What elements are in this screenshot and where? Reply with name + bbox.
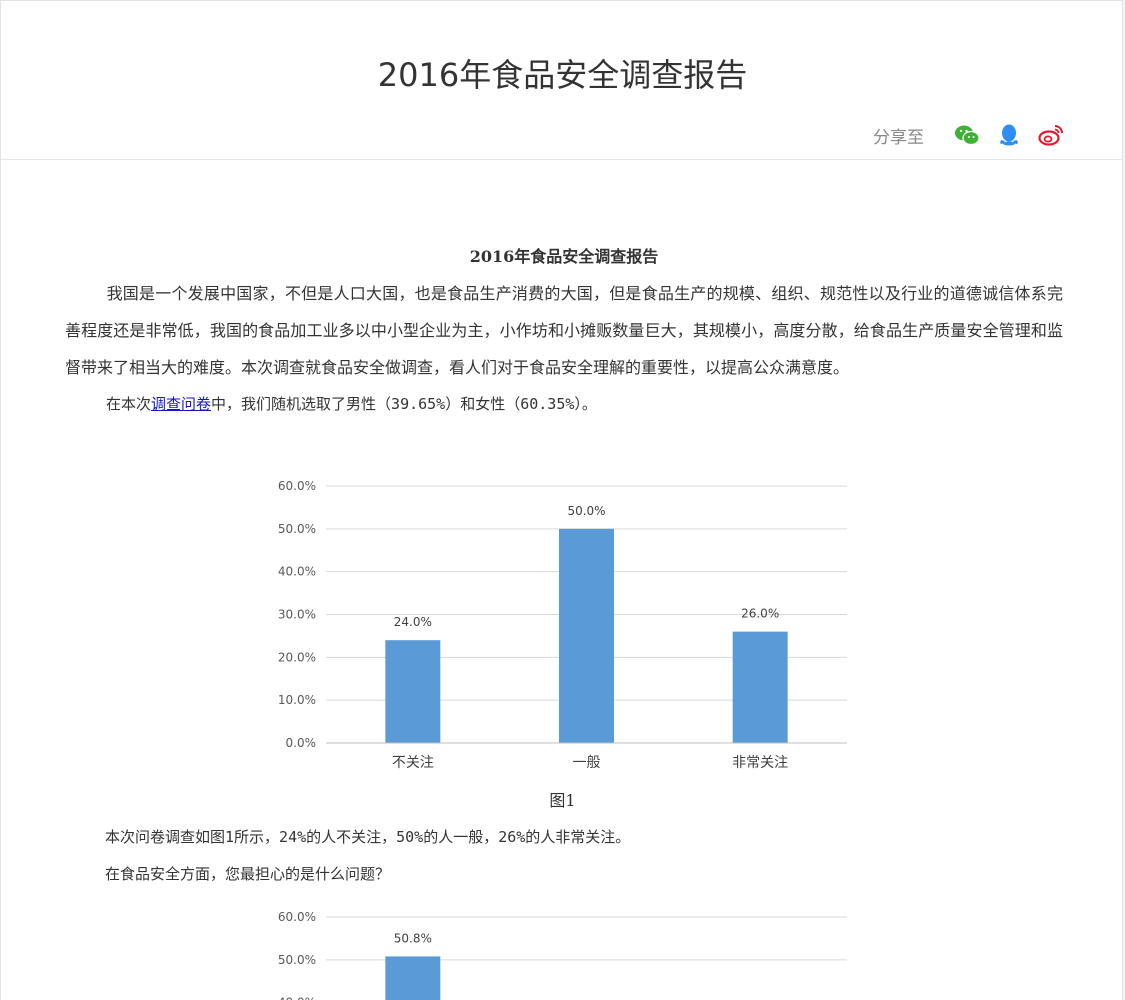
y-tick-label: 60.0% <box>278 910 316 924</box>
y-tick-label: 20.0% <box>278 650 316 664</box>
data-label: 50.0% <box>567 504 605 518</box>
data-label: 50.8% <box>394 931 432 945</box>
bar-chart-2: 40.0% 50.0% 60.0% 50.8% <box>278 910 847 1000</box>
page: 2016年食品安全调查报告 分享至 2016年食品安全调查报告 我国是一个发展中… <box>0 0 1123 1000</box>
article-title: 2016年食品安全调查报告 <box>469 247 659 266</box>
sample-paragraph: 在本次调查问卷中，我们随机选取了男性（39.65%）和女性（60.35%）。 <box>65 386 1063 423</box>
article-body: 2016年食品安全调查报告 我国是一个发展中国家，不但是人口大国，也是食品生产消… <box>65 241 1063 423</box>
wechat-icon[interactable] <box>954 122 980 148</box>
bar <box>559 528 614 743</box>
y-tick-label: 30.0% <box>278 608 316 622</box>
qq-icon[interactable] <box>996 122 1022 148</box>
page-title: 2016年食品安全调查报告 <box>377 56 748 94</box>
y-tick-label: 50.0% <box>278 953 316 967</box>
intro-paragraph: 我国是一个发展中国家，不但是人口大国，也是食品生产消费的大国，但是食品生产的规模… <box>65 284 1063 377</box>
share-bar: 分享至 <box>873 121 1064 149</box>
share-label: 分享至 <box>873 127 924 148</box>
y-tick-label: 60.0% <box>278 479 316 493</box>
y-tick-label: 0.0% <box>286 736 317 750</box>
survey-link[interactable]: 调查问卷 <box>151 395 211 413</box>
data-label: 24.0% <box>394 615 432 629</box>
sample-text-after: 中，我们随机选取了男性（39.65%）和女性（60.35%）。 <box>211 395 597 413</box>
data-label: 26.0% <box>741 607 779 621</box>
figure-caption: 图1 <box>549 791 576 810</box>
result-paragraph: 本次问卷调查如图1所示，24%的人不关注，50%的人一般，26%的人非常关注。 <box>105 828 631 846</box>
page-header: 2016年食品安全调查报告 分享至 <box>1 1 1122 160</box>
y-tick-label: 50.0% <box>278 522 316 536</box>
bar <box>385 956 441 1000</box>
weibo-icon[interactable] <box>1038 122 1064 148</box>
x-tick-label: 一般 <box>573 755 601 771</box>
bar <box>385 640 441 743</box>
bar <box>732 631 788 743</box>
sample-text-before: 在本次 <box>106 395 152 413</box>
y-tick-label: 10.0% <box>278 693 316 707</box>
bar-chart-1: 0.0% 10.0% 20.0% 30.0% 40.0% 50.0% 60.0% 24.0% 5… <box>278 479 847 771</box>
y-tick-label: 40.0% <box>278 565 316 579</box>
question-paragraph: 在食品安全方面，您最担心的是什么问题？ <box>105 865 391 883</box>
y-tick-label: 40.0% <box>278 996 316 1000</box>
x-tick-label: 非常关注 <box>732 755 788 771</box>
x-tick-label: 不关注 <box>392 755 434 771</box>
